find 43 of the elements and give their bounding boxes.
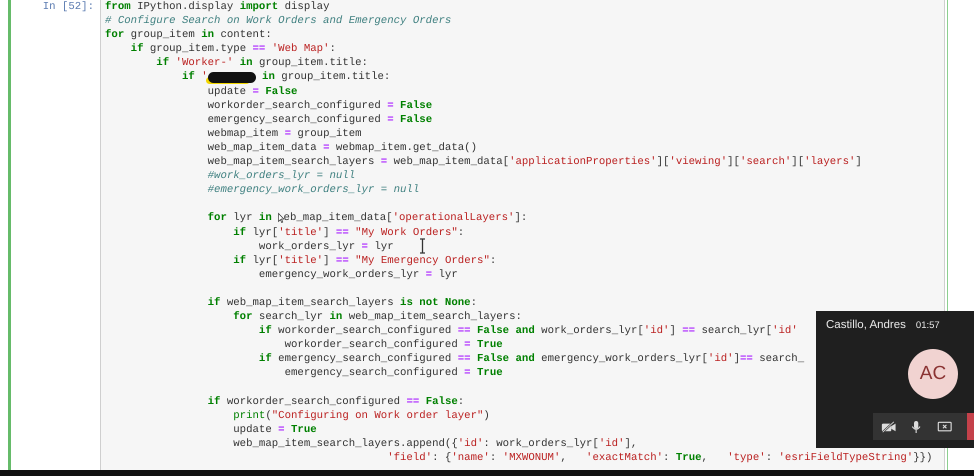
code-line: if emergency_search_configured == False and emergency_work_orders_lyr['id']== search_ xyxy=(258,352,804,366)
mouse-pointer-icon xyxy=(278,211,285,226)
code-line: workorder_search_configured = True xyxy=(284,338,503,352)
code-line: if workorder_search_configured == False and work_orders_lyr['id'] == search_lyr['id' xyxy=(258,324,798,338)
code-line: workorder_search_configured = False xyxy=(206,98,432,113)
code-line: eb_map_item_data['operationalLayers']: xyxy=(284,211,528,226)
code-line: for search_lyr in web_map_item_search_layers: xyxy=(232,310,522,324)
call-window[interactable]: Castillo, Andres 01:57 AC xyxy=(816,311,974,448)
code-line: print("Configuring on Work order layer") xyxy=(232,408,490,423)
call-timer: 01:57 xyxy=(916,320,940,331)
code-line: emergency_work_orders_lyr = lyr xyxy=(258,268,458,282)
code-line: #emergency_work_orders_lyr = null xyxy=(206,183,420,198)
code-line: if group_item.type == 'Web Map': xyxy=(130,42,336,56)
code-line: if lyr['title'] == "My Emergency Orders": xyxy=(232,254,496,268)
code-line: webmap_item = group_item xyxy=(206,126,362,141)
code-line: from IPython.display import display xyxy=(105,0,330,14)
camera-off-icon[interactable] xyxy=(881,420,896,434)
avatar: AC xyxy=(908,349,958,399)
code-line: in group_item.title: xyxy=(261,70,390,85)
code-line: if 'Worker-' in group_item.title: xyxy=(155,56,368,70)
code-line: web_map_item_data = webmap_item.get_data() xyxy=(206,140,477,156)
microphone-icon[interactable] xyxy=(911,418,922,434)
code-line: for group_item in content: xyxy=(105,28,272,42)
code-line: update = False xyxy=(206,84,298,99)
code-line: # Configure Search on Work Orders and Emergency Orders xyxy=(105,14,452,28)
code-line: if workorder_search_configured == False: xyxy=(206,394,464,409)
code-line: for lyr in xyxy=(206,211,272,226)
code-line: web_map_item_search_layers = web_map_item_data['applicationProperties']['viewing']['search']['layers'] xyxy=(206,155,862,170)
code-line: emergency_search_configured = False xyxy=(206,112,432,127)
code-line: web_map_item_search_layers.append({'id': work_orders_lyr['id'], xyxy=(232,436,638,451)
stop-sharing-icon[interactable] xyxy=(936,420,952,434)
code-line: 'field': {'name': 'MXWONUM', 'exactMatch': True, 'type': 'esriFieldTypeString'}}) xyxy=(386,451,932,466)
code-line: if ' xyxy=(180,70,208,85)
code-line: if lyr['title'] == "My Work Orders": xyxy=(232,226,464,240)
text-cursor-icon xyxy=(419,238,426,254)
code-line: update = True xyxy=(232,422,317,437)
caller-name: Castillo, Andres xyxy=(826,319,906,331)
code-line: #work_orders_lyr = null xyxy=(206,169,356,184)
code-line: emergency_search_configured = True xyxy=(284,366,503,381)
code-line: if web_map_item_search_layers is not None: xyxy=(206,296,478,310)
redaction-mark xyxy=(208,72,256,84)
code-line: work_orders_lyr = lyr xyxy=(258,240,394,254)
cell-prompt: In [52]: xyxy=(42,0,94,14)
